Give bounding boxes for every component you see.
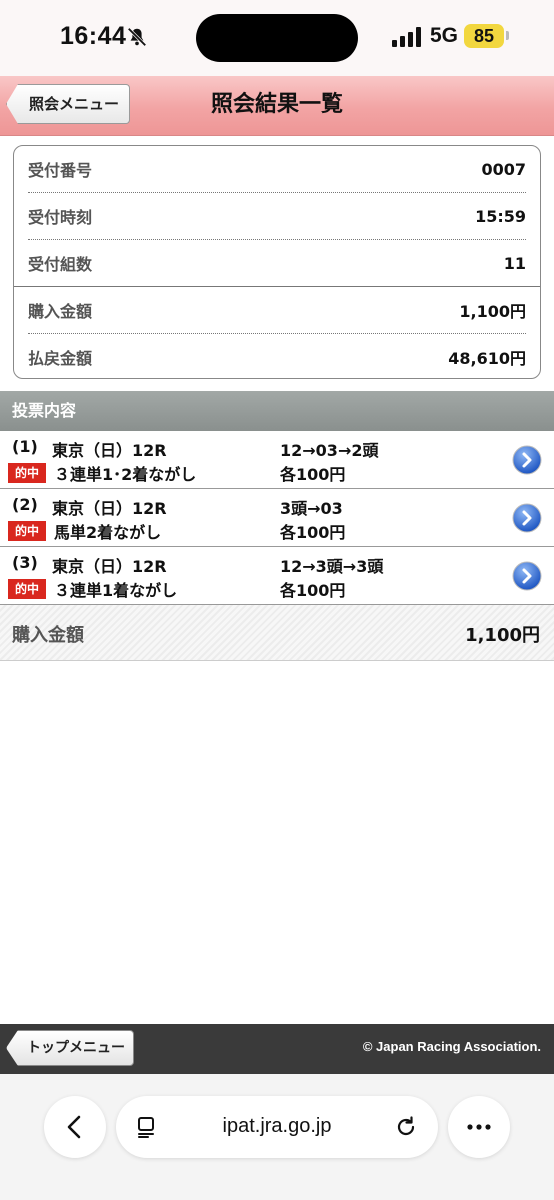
bet-type: ３連単1着ながし xyxy=(54,581,178,600)
summary-value: 15:59 xyxy=(475,206,526,226)
bet-amount: 各100円 xyxy=(280,581,346,600)
chevron-right-circle-icon[interactable] xyxy=(512,445,542,475)
bet-type: ３連単1･2着ながし xyxy=(54,465,197,484)
browser-back-button[interactable] xyxy=(44,1096,106,1158)
summary-value: 0007 xyxy=(481,159,526,179)
bet-list: (1) 東京（日）12R 12→03→2頭 的中 ３連単1･2着ながし 各100… xyxy=(0,431,554,605)
status-bar: 16:44 5G 85 xyxy=(0,0,554,76)
hit-badge: 的中 xyxy=(8,579,46,599)
status-time: 16:44 xyxy=(60,22,127,50)
url-text: ipat.jra.go.jp xyxy=(222,1115,332,1137)
bet-amount: 各100円 xyxy=(280,523,346,542)
reload-icon[interactable] xyxy=(394,1115,418,1139)
chevron-left-icon xyxy=(67,1115,81,1139)
bet-venue: 東京（日）12R xyxy=(52,441,167,460)
top-menu-button[interactable]: トップメニュー xyxy=(6,1030,134,1066)
summary-value: 11 xyxy=(503,253,526,273)
browser-more-button[interactable] xyxy=(448,1096,510,1158)
chevron-right-circle-icon[interactable] xyxy=(512,503,542,533)
summary-value: 1,100円 xyxy=(459,302,526,321)
summary-label: 払戻金額 xyxy=(28,349,93,368)
battery-level: 85 xyxy=(464,24,504,48)
hit-badge: 的中 xyxy=(8,521,46,541)
bet-row[interactable]: (3) 東京（日）12R 12→3頭→3頭 的中 ３連単1着ながし 各100円 xyxy=(0,547,554,605)
app-footer: トップメニュー © Japan Racing Association. xyxy=(0,1024,554,1074)
summary-row-receipt-number: 受付番号 0007 xyxy=(28,146,526,192)
bet-row[interactable]: (2) 東京（日）12R 3頭→03 的中 馬単2着ながし 各100円 xyxy=(0,489,554,547)
bet-venue: 東京（日）12R xyxy=(52,557,167,576)
browser-toolbar: ipat.jra.go.jp xyxy=(0,1074,554,1200)
dynamic-island xyxy=(196,14,358,62)
hit-badge: 的中 xyxy=(8,463,46,483)
bet-combination: 3頭→03 xyxy=(280,499,343,518)
bet-combination: 12→03→2頭 xyxy=(280,441,379,460)
copyright-text: © Japan Racing Association. xyxy=(362,1039,541,1054)
bet-venue: 東京（日）12R xyxy=(52,499,167,518)
summary-row-purchase-amount: 購入金額 1,100円 xyxy=(28,287,526,333)
battery-tip xyxy=(506,31,509,40)
summary-value: 48,610円 xyxy=(448,349,526,368)
bell-muted-icon xyxy=(127,27,147,47)
summary-label: 受付時刻 xyxy=(28,208,93,227)
total-label: 購入金額 xyxy=(12,625,84,646)
cellular-signal-icon xyxy=(392,27,421,47)
inquiry-menu-back-button[interactable]: 照会メニュー xyxy=(6,84,131,124)
network-type: 5G xyxy=(430,24,459,47)
bet-combination: 12→3頭→3頭 xyxy=(280,557,384,576)
summary-row-receipt-time: 受付時刻 15:59 xyxy=(28,193,526,239)
summary-label: 受付番号 xyxy=(28,161,93,180)
address-bar[interactable]: ipat.jra.go.jp xyxy=(116,1096,438,1158)
summary-label: 購入金額 xyxy=(28,302,93,321)
bet-amount: 各100円 xyxy=(280,465,346,484)
total-value: 1,100円 xyxy=(465,625,540,646)
bet-number: (1) xyxy=(12,437,38,456)
bet-type: 馬単2着ながし xyxy=(54,523,162,542)
app-header: 照会結果一覧 照会メニュー xyxy=(0,76,554,136)
summary-card: 受付番号 0007 受付時刻 15:59 受付組数 11 購入金額 1,100円… xyxy=(13,145,541,379)
summary-row-payout-amount: 払戻金額 48,610円 xyxy=(28,334,526,380)
summary-row-set-count: 受付組数 11 xyxy=(28,240,526,286)
bet-number: (3) xyxy=(12,553,38,572)
bet-row[interactable]: (1) 東京（日）12R 12→03→2頭 的中 ３連単1･2着ながし 各100… xyxy=(0,431,554,489)
total-purchase-bar: 購入金額 1,100円 xyxy=(0,605,554,661)
chevron-right-circle-icon[interactable] xyxy=(512,561,542,591)
section-header-bet-contents: 投票内容 xyxy=(0,391,554,431)
more-dots-icon xyxy=(467,1124,491,1130)
summary-label: 受付組数 xyxy=(28,255,93,274)
bet-number: (2) xyxy=(12,495,38,514)
